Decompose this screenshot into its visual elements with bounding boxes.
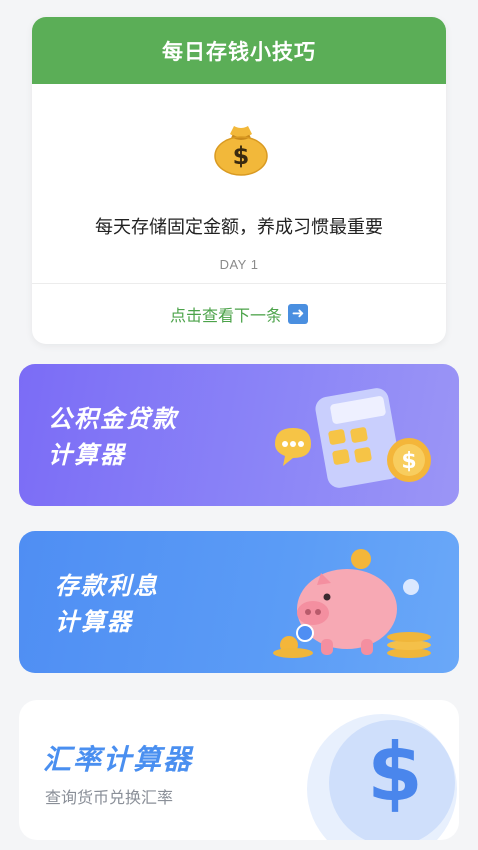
deposit-interest-banner[interactable]: 存款利息 计算器	[19, 531, 459, 673]
calculator-icon: $	[275, 388, 431, 488]
next-tip-button[interactable]: 点击查看下一条 ➜	[32, 299, 446, 329]
loan-calculator-title: 公积金贷款 计算器	[48, 406, 178, 469]
daily-tip-card: 每日存钱小技巧 $ 每天存储固定金额，养成习惯最重要 DAY 1 点击查看下一条…	[32, 17, 446, 344]
svg-text:$: $	[233, 142, 250, 170]
loan-calculator-banner[interactable]: 公积金贷款 计算器 $	[19, 364, 459, 506]
divider	[32, 283, 446, 284]
tip-card-title: 每日存钱小技巧	[32, 17, 446, 84]
tip-text: 每天存储固定金额，养成习惯最重要	[95, 217, 383, 237]
exchange-rate-card[interactable]: 汇率计算器 查询货币兑换汇率 $	[19, 700, 459, 840]
money-bag-icon: $	[214, 126, 268, 176]
exchange-rate-title: 汇率计算器	[43, 744, 194, 775]
svg-text:$: $	[401, 449, 416, 474]
exchange-rate-subtitle: 查询货币兑换汇率	[45, 790, 174, 807]
deposit-interest-title: 存款利息 计算器	[55, 573, 159, 636]
next-tip-label: 点击查看下一条	[169, 308, 282, 325]
right-arrow-icon: ➜	[288, 304, 308, 324]
dollar-icon: $	[367, 726, 423, 819]
piggy-bank-icon	[273, 549, 431, 658]
tip-day-label: DAY 1	[219, 257, 259, 272]
